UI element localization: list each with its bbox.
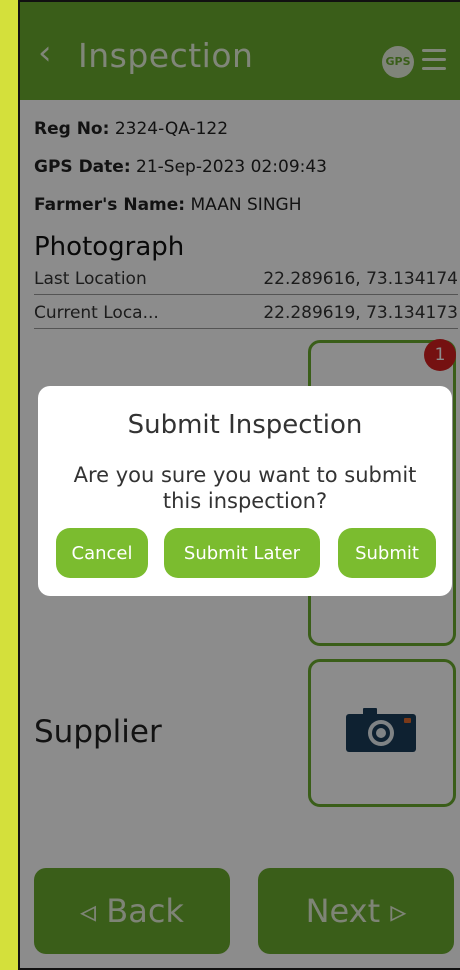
app-screen: ‹ Inspection GPS Reg No: 2324-QA-122 GPS…: [18, 0, 460, 970]
cancel-button[interactable]: Cancel: [56, 528, 148, 578]
submit-later-button[interactable]: Submit Later: [164, 528, 320, 578]
submit-inspection-dialog: Submit Inspection Are you sure you want …: [38, 386, 452, 596]
dialog-message: Are you sure you want to submit this ins…: [73, 463, 417, 513]
submit-button[interactable]: Submit: [338, 528, 436, 578]
dialog-title: Submit Inspection: [127, 410, 363, 440]
